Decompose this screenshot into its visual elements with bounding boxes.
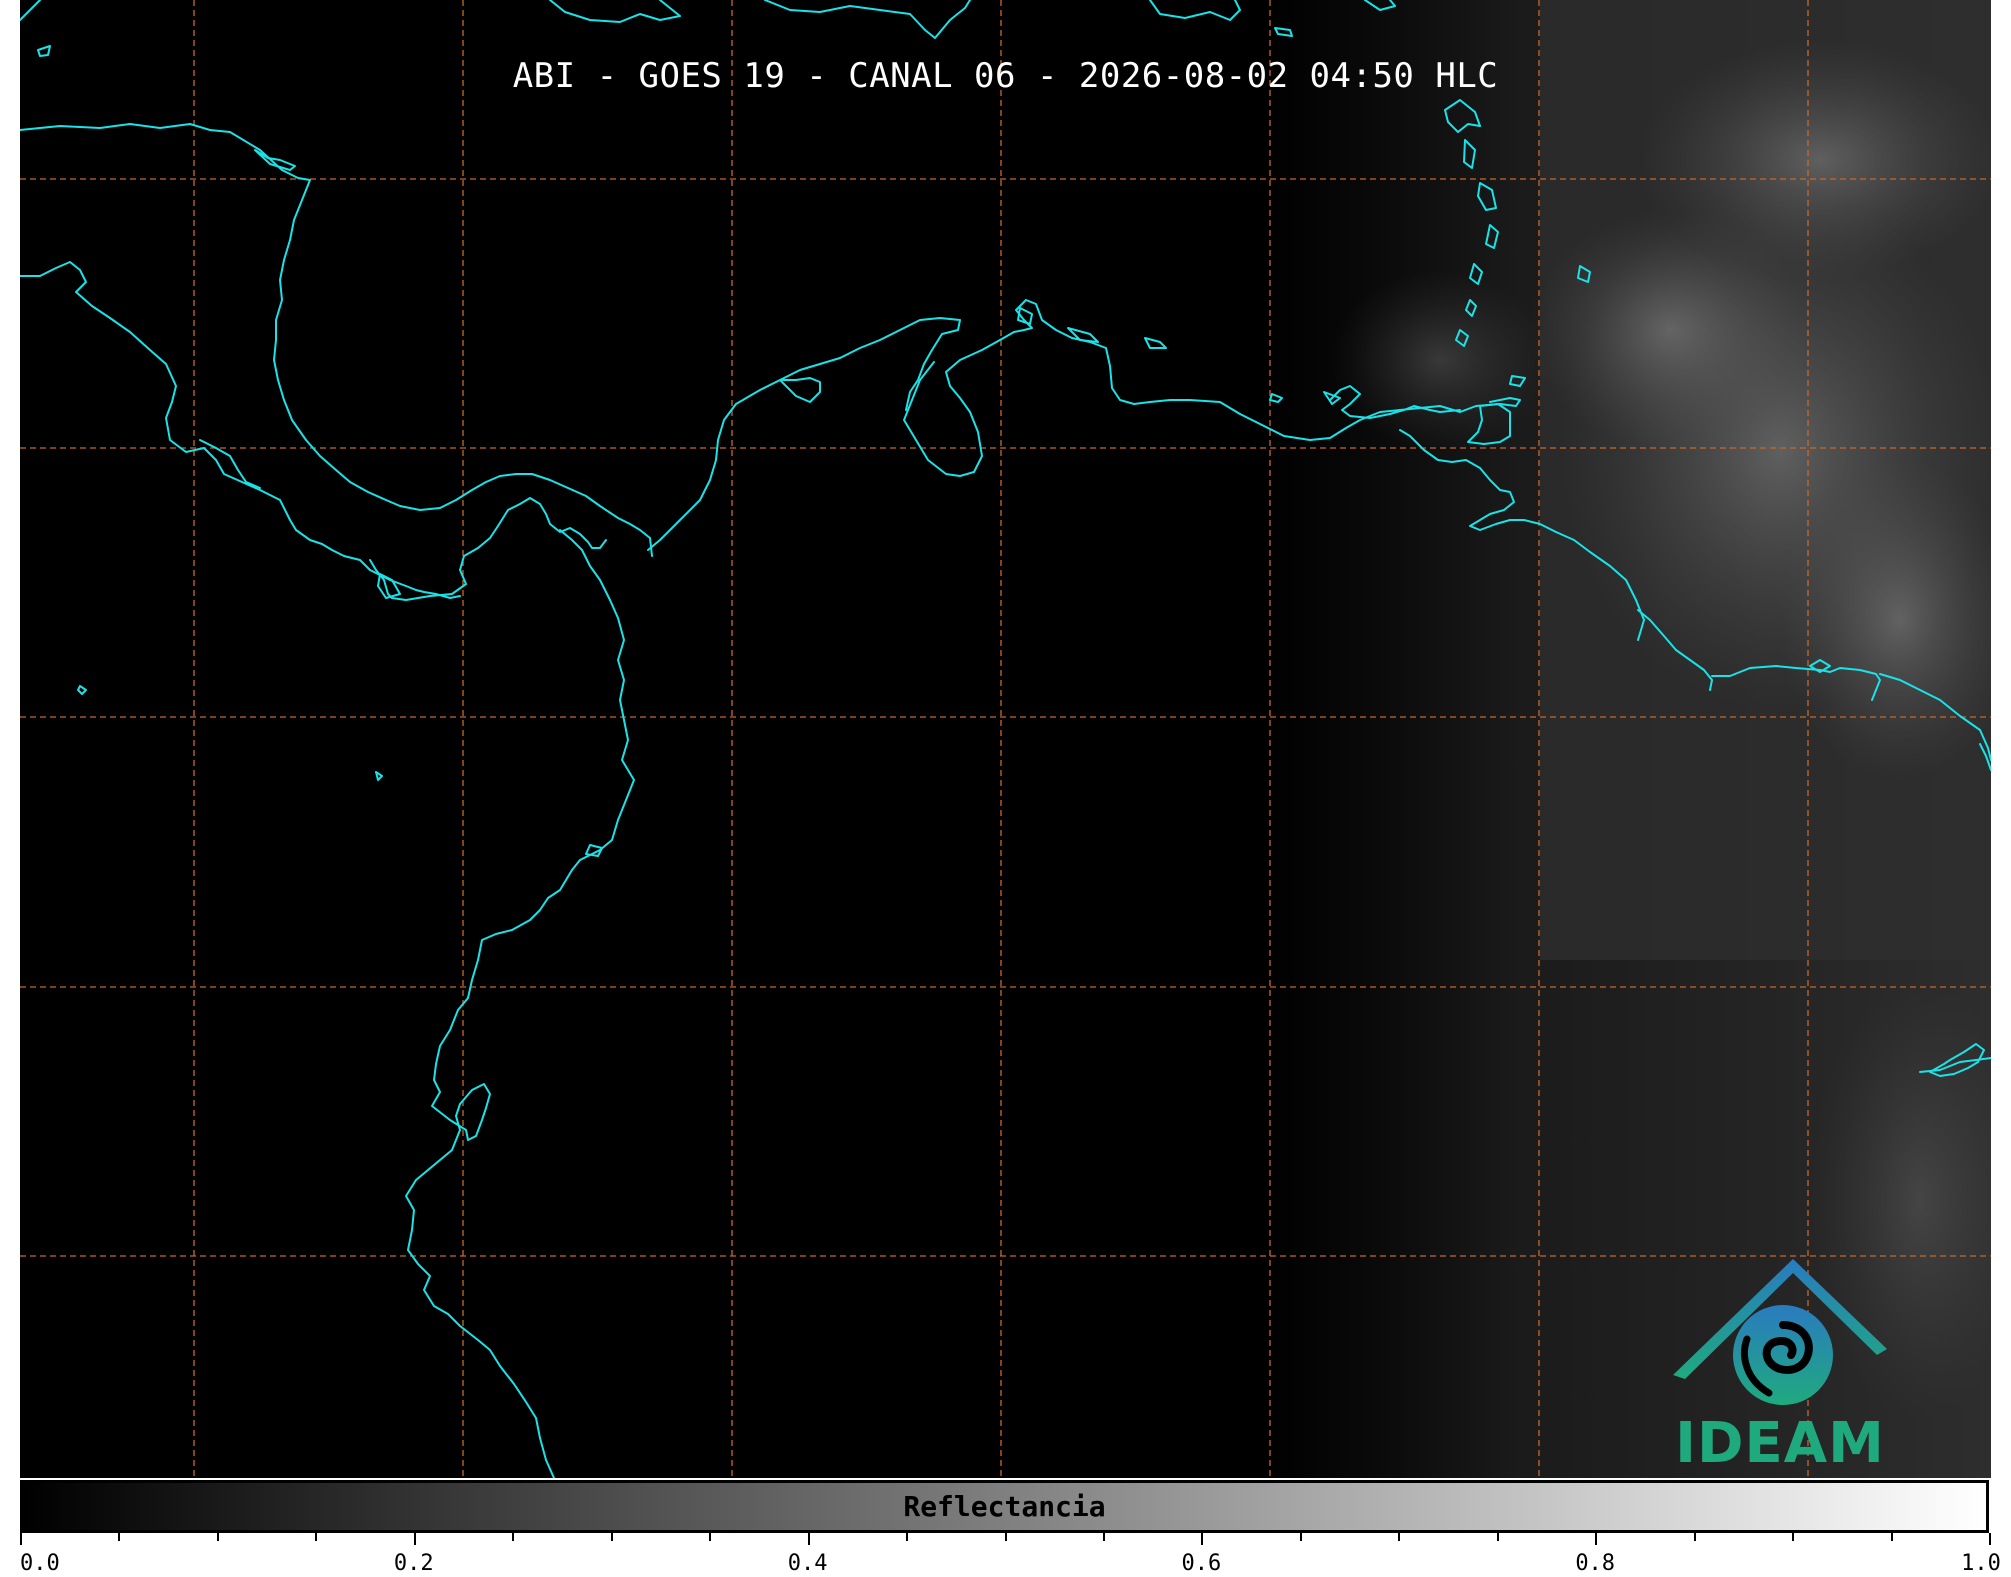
colorbar-tick-label: 0.6 [1181,1551,1222,1576]
coastline [1144,337,1167,349]
colorbar-label: Reflectancia [903,1490,1106,1523]
coastline [779,377,821,403]
colorbar-minor-tick [118,1533,120,1541]
colorbar-major-tick [414,1533,416,1545]
colorbar-minor-tick [611,1533,613,1541]
colorbar-minor-tick [709,1533,711,1541]
coastline [1067,327,1099,343]
coastline [20,261,461,599]
colorbar-major-tick [1595,1533,1597,1545]
colorbar-minor-tick [1005,1533,1007,1541]
colorbar-minor-tick [1398,1533,1400,1541]
coastline [20,0,41,21]
colorbar-minor-tick [1891,1533,1893,1541]
coastline [764,0,971,39]
colorbar-major-tick [1201,1533,1203,1545]
colorbar-axis: 0.0 0.2 0.4 0.6 0.8 1.0 [20,1533,2001,1577]
colorbar-minor-tick [1497,1533,1499,1541]
colorbar-major-tick [20,1533,22,1545]
coastline [20,123,653,557]
cloud-mass [1640,40,1991,280]
coastline [549,0,681,23]
colorbar-major-tick [1989,1533,1991,1545]
colorbar-minor-tick [217,1533,219,1541]
ideam-logo: IDEAM [1665,1255,1895,1476]
colorbar-minor-tick [315,1533,317,1541]
coastline [254,149,296,171]
coastline [1149,0,1241,21]
colorbar-minor-tick [1694,1533,1696,1541]
colorbar-minor-tick [1300,1533,1302,1541]
colorbar-minor-tick [906,1533,908,1541]
coastline [369,497,607,601]
colorbar-tick-label: 0.8 [1575,1551,1616,1576]
coastline [405,529,635,1478]
colorbar-tick-label: 1.0 [1961,1551,2001,1576]
colorbar-minor-tick [1103,1533,1105,1541]
colorbar-tick-label: 0.0 [20,1551,60,1576]
colorbar-tick-label: 0.4 [787,1551,828,1576]
colorbar-tick-label: 0.2 [393,1551,434,1576]
colorbar: Reflectancia [20,1480,1989,1533]
coastline [375,771,383,781]
logo-text: IDEAM [1675,1411,1885,1476]
ideam-logo-icon [1673,1259,1887,1405]
colorbar-major-tick [808,1533,810,1545]
coastline [37,45,51,57]
colorbar-minor-tick [1792,1533,1794,1541]
cloud-mass [1330,270,1550,450]
colorbar-minor-tick [512,1533,514,1541]
coastline [77,685,87,695]
coastline [199,439,261,489]
